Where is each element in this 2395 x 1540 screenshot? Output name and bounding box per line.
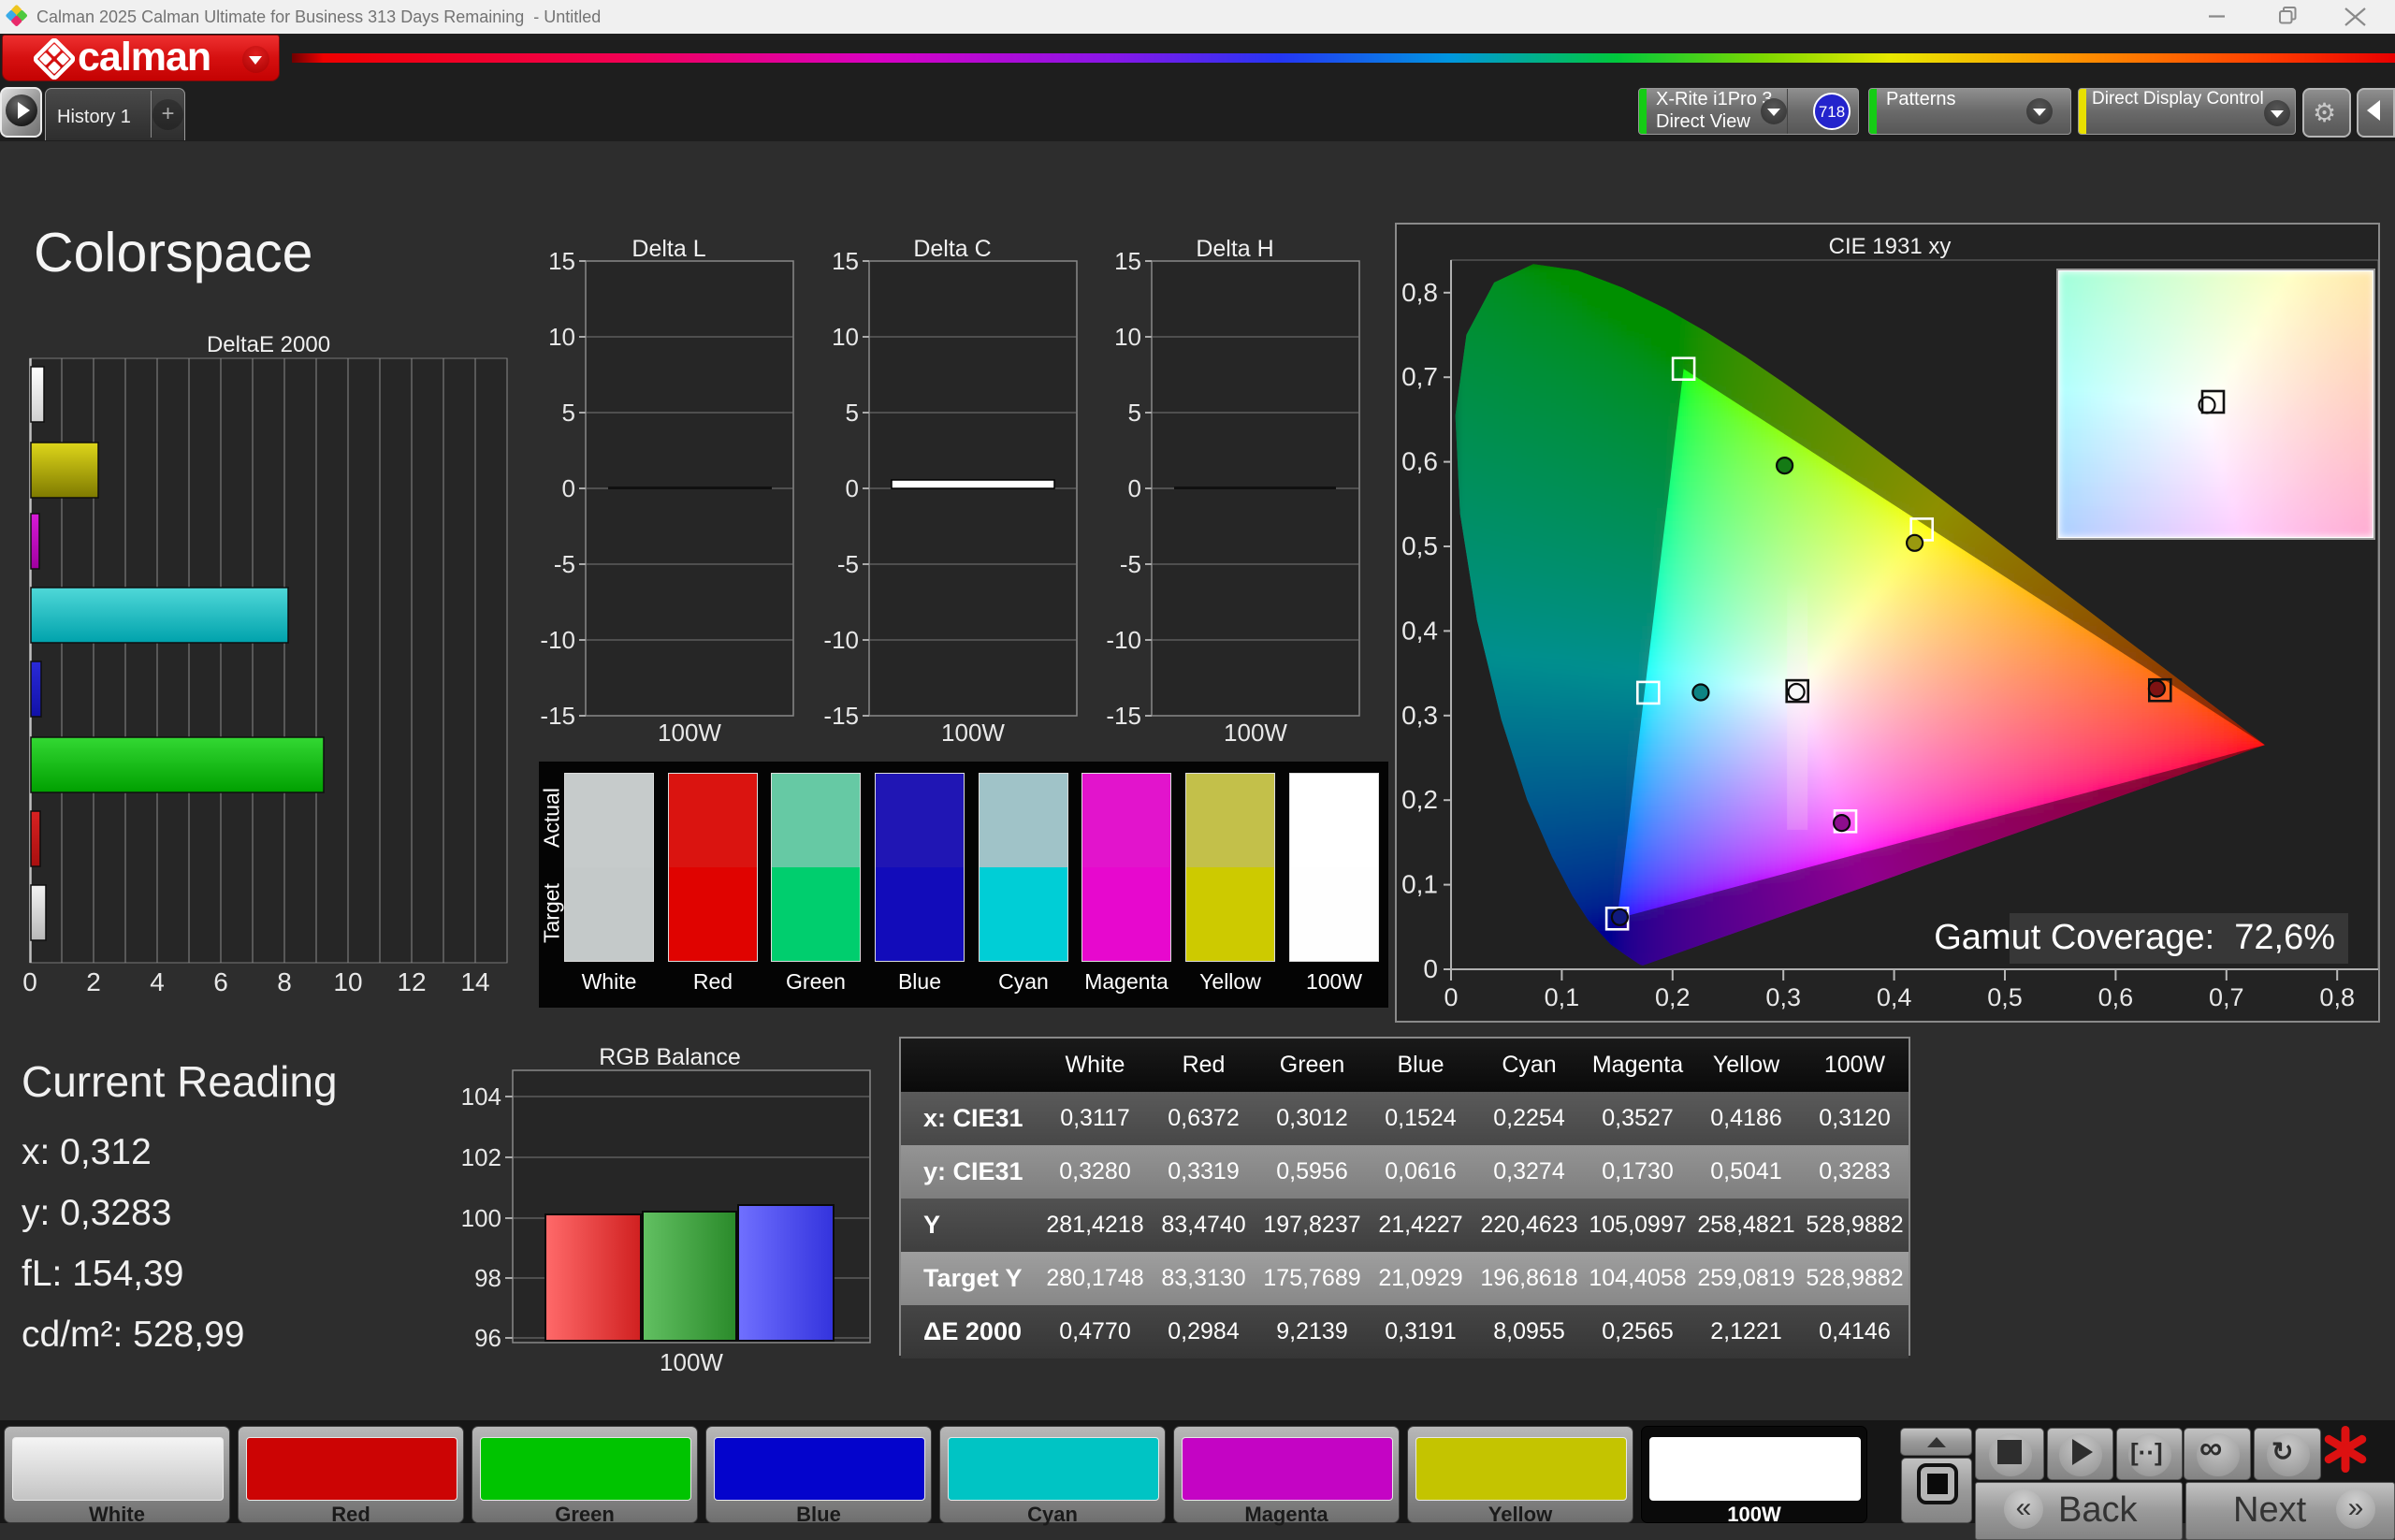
svg-text:100: 100 (461, 1204, 501, 1232)
svg-text:100W: 100W (1224, 719, 1287, 747)
svg-text:0,7: 0,7 (1401, 362, 1438, 391)
svg-text:0: 0 (1444, 983, 1458, 1011)
svg-text:RGB Balance: RGB Balance (599, 1044, 740, 1070)
svg-text:-15: -15 (540, 702, 575, 730)
svg-text:102: 102 (461, 1143, 501, 1171)
svg-text:Delta H: Delta H (1196, 236, 1273, 262)
svg-text:0: 0 (1423, 954, 1438, 983)
svg-text:-10: -10 (823, 626, 859, 654)
svg-text:0: 0 (562, 474, 575, 502)
svg-text:15: 15 (548, 247, 575, 275)
svg-text:100W: 100W (658, 719, 721, 747)
svg-text:-5: -5 (837, 550, 859, 578)
svg-text:0,6: 0,6 (2098, 983, 2134, 1011)
svg-text:10: 10 (333, 967, 362, 996)
svg-text:0,2: 0,2 (1655, 983, 1691, 1011)
svg-text:0: 0 (1128, 474, 1141, 502)
svg-text:2: 2 (86, 967, 101, 996)
svg-text:100W: 100W (941, 719, 1005, 747)
svg-text:0,1: 0,1 (1545, 983, 1580, 1011)
svg-text:6: 6 (213, 967, 228, 996)
svg-text:-5: -5 (1120, 550, 1141, 578)
svg-text:Delta C: Delta C (913, 236, 991, 262)
svg-text:5: 5 (846, 399, 859, 427)
svg-text:-15: -15 (823, 702, 859, 730)
svg-text:Gamut Coverage: 72,6%: Gamut Coverage: 72,6% (1934, 918, 2335, 957)
svg-text:0,4: 0,4 (1877, 983, 1912, 1011)
svg-text:0: 0 (846, 474, 859, 502)
svg-text:0,8: 0,8 (2319, 983, 2355, 1011)
svg-text:DeltaE 2000: DeltaE 2000 (207, 332, 330, 357)
svg-text:0,7: 0,7 (2209, 983, 2244, 1011)
svg-text:15: 15 (1114, 247, 1141, 275)
svg-text:0,5: 0,5 (1401, 531, 1438, 560)
svg-text:96: 96 (474, 1324, 501, 1352)
svg-text:0: 0 (22, 967, 37, 996)
svg-text:-5: -5 (554, 550, 575, 578)
svg-text:0,6: 0,6 (1401, 447, 1438, 476)
svg-text:10: 10 (832, 323, 859, 351)
svg-text:8: 8 (277, 967, 292, 996)
svg-text:14: 14 (460, 967, 489, 996)
svg-text:15: 15 (832, 247, 859, 275)
svg-text:CIE 1931 xy: CIE 1931 xy (1829, 234, 1952, 259)
svg-text:0,5: 0,5 (1987, 983, 2023, 1011)
svg-text:100W: 100W (660, 1348, 723, 1376)
svg-text:98: 98 (474, 1264, 501, 1292)
svg-text:0,1: 0,1 (1401, 870, 1438, 899)
svg-text:-15: -15 (1106, 702, 1141, 730)
svg-text:-10: -10 (540, 626, 575, 654)
svg-text:0,2: 0,2 (1401, 785, 1438, 814)
svg-text:104: 104 (461, 1082, 501, 1111)
svg-text:5: 5 (1128, 399, 1141, 427)
svg-text:Delta L: Delta L (631, 236, 705, 262)
svg-text:10: 10 (548, 323, 575, 351)
svg-text:0,4: 0,4 (1401, 616, 1438, 645)
svg-text:-10: -10 (1106, 626, 1141, 654)
svg-text:12: 12 (397, 967, 426, 996)
svg-text:0,3: 0,3 (1765, 983, 1801, 1011)
svg-text:0,8: 0,8 (1401, 278, 1438, 307)
svg-text:0,3: 0,3 (1401, 701, 1438, 730)
svg-text:10: 10 (1114, 323, 1141, 351)
svg-text:5: 5 (562, 399, 575, 427)
svg-text:4: 4 (150, 967, 165, 996)
